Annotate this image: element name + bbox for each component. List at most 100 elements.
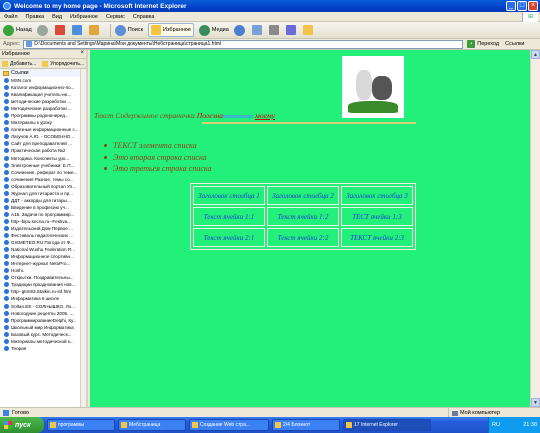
favorite-item-label: http--bipu.secna.ru--Festiva...: [11, 218, 71, 224]
taskbar-item[interactable]: программы: [47, 419, 115, 431]
favorite-item[interactable]: Сайт для преподавателей ...: [0, 140, 86, 147]
menu-edit[interactable]: Правка: [26, 14, 45, 20]
favorite-item[interactable]: Школьный мир Информатика: [0, 324, 86, 331]
favorite-item[interactable]: http--bipu.secna.ru--Festiva...: [0, 218, 86, 225]
menu-help[interactable]: Справка: [133, 14, 155, 20]
favorite-item[interactable]: Материалы методической к...: [0, 338, 86, 345]
favorite-item-label: Методические разработки ...: [11, 106, 72, 112]
favorite-item[interactable]: GISMETEO.RU Погода от Ф...: [0, 239, 86, 246]
minimize-button[interactable]: _: [506, 1, 516, 11]
favorite-link-icon: [4, 183, 9, 189]
favorite-item[interactable]: A15. Задачи по программир...: [0, 211, 86, 218]
favorite-item[interactable]: Теория: [0, 345, 86, 352]
favorite-item[interactable]: Базовый курс. Методическ...: [0, 331, 86, 338]
favorites-button[interactable]: Избранное: [148, 23, 194, 37]
history-button[interactable]: [233, 24, 247, 36]
favorite-item[interactable]: методические разработки ...: [0, 98, 86, 105]
sidebar-scrollbar[interactable]: [80, 69, 86, 407]
sidebar-title: Избранное: [2, 51, 30, 57]
organize-label: Упорядочить...: [50, 60, 85, 67]
menu-tools[interactable]: Сервис: [106, 14, 125, 20]
organize-favorites-button[interactable]: Упорядочить...: [42, 60, 85, 67]
back-button[interactable]: Назад: [3, 24, 32, 36]
favorite-item[interactable]: полезные информационные с...: [0, 126, 86, 133]
taskbar-item[interactable]: 17 Internet Explorer: [343, 419, 431, 431]
taskbar-item[interactable]: 2/4 Блокнот: [272, 419, 340, 431]
favorite-item[interactable]: Soltan.EE - СОЛНЫШКО. Ло...: [0, 303, 86, 310]
address-input[interactable]: D:\Documents and Settings\Марина\Мои док…: [23, 39, 464, 49]
links-folder[interactable]: Ссылки: [0, 69, 86, 77]
scroll-down-icon[interactable]: ▼: [531, 398, 540, 407]
favorite-link-icon: [4, 275, 9, 281]
favorite-item[interactable]: Интернет-журнал NetoPro...: [0, 260, 86, 267]
favorite-item[interactable]: http--gtim93.Stalkin.ru-inf.htm: [0, 288, 86, 295]
favorites-list: MSN.com Каталог информационно-по... Квалиф…: [0, 77, 86, 352]
favorite-item[interactable]: Квалификация учитель-ин...: [0, 91, 86, 98]
favorite-item[interactable]: ДДТ - аккорды для гитары ...: [0, 197, 86, 204]
scroll-up-icon[interactable]: ▲: [531, 50, 540, 59]
favorite-link-icon: [4, 176, 9, 182]
language-indicator[interactable]: RU: [492, 422, 500, 428]
home-button[interactable]: [88, 25, 101, 35]
folder-button[interactable]: [302, 25, 315, 35]
search-button[interactable]: Поиск: [114, 24, 143, 36]
favorite-item[interactable]: MSN.com: [0, 77, 86, 84]
maximize-button[interactable]: □: [517, 1, 527, 11]
taskbar-item[interactable]: Создание Web стра...: [189, 419, 269, 431]
close-button[interactable]: ×: [528, 1, 538, 11]
favorite-item[interactable]: Hoshi.: [0, 267, 86, 274]
favorite-item[interactable]: Информатика в школе: [0, 295, 86, 302]
refresh-button[interactable]: [71, 25, 84, 35]
favorite-item[interactable]: National Wushu Federation R...: [0, 246, 86, 253]
favorite-link-icon: [4, 338, 9, 344]
favorite-item[interactable]: ПрограммированиеDelphi, Ку...: [0, 317, 86, 324]
page-scrollbar[interactable]: ▲ ▼: [530, 50, 540, 407]
favorite-item[interactable]: Сочинение, реферат по теме...: [0, 169, 86, 176]
forward-button[interactable]: [36, 24, 50, 36]
stop-button[interactable]: [54, 25, 67, 35]
favorite-item[interactable]: Материалы к уроку: [0, 119, 86, 126]
edit-button[interactable]: [285, 25, 298, 35]
favorite-item[interactable]: Программы родоначеред...: [0, 112, 86, 119]
taskbar-item[interactable]: Мебстраница: [118, 419, 186, 431]
favorite-item[interactable]: Новогодние рецепты 2005. ...: [0, 310, 86, 317]
favorite-item[interactable]: Электронные учебники: Е.П...: [0, 162, 86, 169]
go-button[interactable]: › Переход: [467, 40, 499, 48]
favorite-item[interactable]: Журнал для гитариста и пр...: [0, 190, 86, 197]
start-button[interactable]: пуск: [0, 417, 44, 433]
favorite-item-label: Электронные учебники: Е.П...: [11, 162, 75, 168]
table-header-row: Заголовок столбца 1 Заголовок столбца 2 …: [193, 186, 413, 205]
folder-icon: [3, 70, 9, 76]
links-label[interactable]: Ссылки: [505, 41, 524, 47]
favorite-item[interactable]: Практическая работа №2: [0, 147, 86, 154]
favorite-item[interactable]: Фестиваль педагогических ...: [0, 232, 86, 239]
favorite-item[interactable]: Открытки. Поздравительны...: [0, 274, 86, 281]
favorite-item[interactable]: Издательский Дом Первое ...: [0, 225, 86, 232]
favorite-item[interactable]: Введение в професию уч...: [0, 204, 86, 211]
menu-file[interactable]: Файл: [4, 14, 18, 20]
print-button[interactable]: [268, 25, 281, 35]
favorite-link-icon: [4, 141, 9, 147]
favorite-item[interactable]: Образовательный портал Ул...: [0, 183, 86, 190]
favorite-item[interactable]: Лагунов А.Ю. - ОСОБЕННО...: [0, 133, 86, 140]
favorite-link-icon: [4, 310, 9, 316]
favorite-item[interactable]: Каталог информационно-по...: [0, 84, 86, 91]
favorite-item[interactable]: Информационное спортивн...: [0, 253, 86, 260]
favorite-item[interactable]: сочинения Разное, темы со...: [0, 176, 86, 183]
favorite-item-label: Методика. Конспекты уро...: [11, 155, 70, 161]
intro-link[interactable]: моему: [255, 111, 275, 120]
close-sidebar-icon[interactable]: ×: [80, 50, 84, 56]
menu-favorites[interactable]: Избранное: [70, 14, 98, 20]
favorite-item-label: Сочинение, реферат по теме...: [11, 169, 78, 175]
favorite-item[interactable]: Традиции празднования нов...: [0, 281, 86, 288]
favorite-item[interactable]: Методические разработки ...: [0, 105, 86, 112]
mail-button[interactable]: [251, 25, 264, 35]
menu-view[interactable]: Вид: [52, 14, 62, 20]
start-label: пуск: [15, 421, 31, 429]
favorite-link-icon: [4, 261, 9, 267]
favorite-item[interactable]: Методика. Конспекты уро...: [0, 155, 86, 162]
add-favorite-button[interactable]: Добавить...: [2, 60, 36, 67]
media-button[interactable]: Медиа: [198, 24, 229, 36]
favorite-item-label: Hoshi.: [11, 268, 25, 274]
favorite-link-icon: [4, 218, 9, 224]
